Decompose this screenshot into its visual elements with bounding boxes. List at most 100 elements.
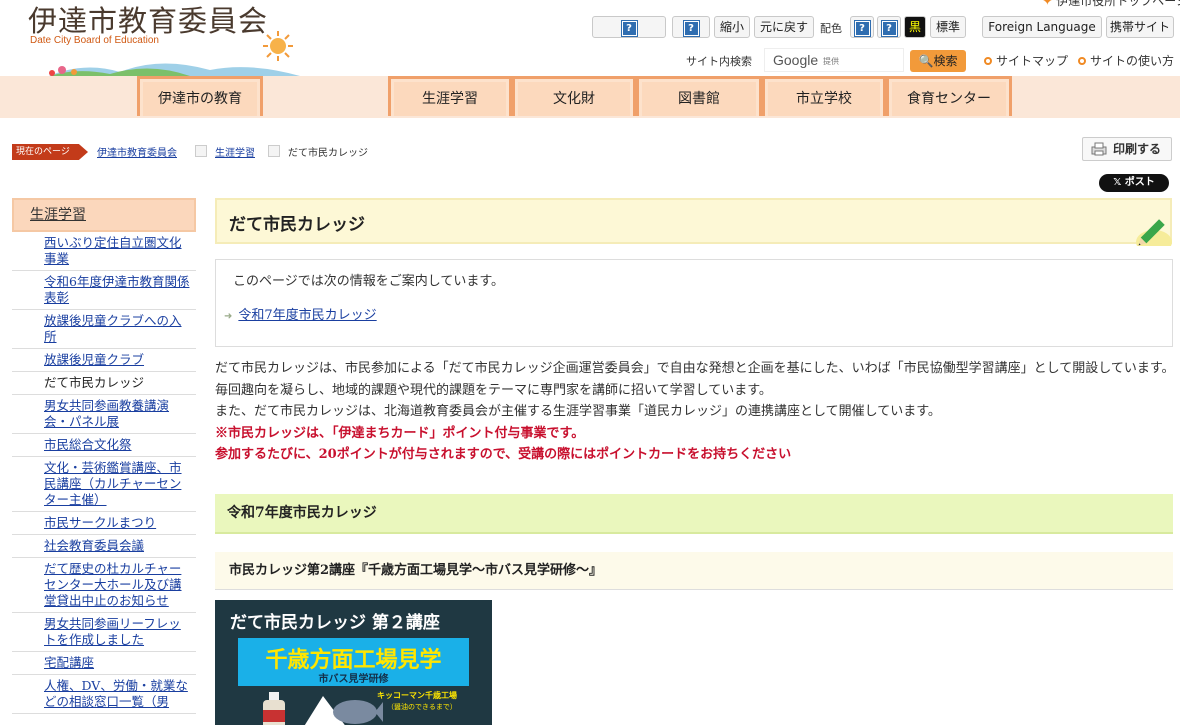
shrink-button[interactable]: 縮小 [714,16,750,38]
reset-size-button[interactable]: 元に戻す [754,16,814,38]
nav-tab-lifelong-learning[interactable]: 生涯学習 [388,76,512,116]
sidebar-item-label: 西いぶり定住自立圏文化事業 [44,235,182,266]
arrow-right-icon: ➜ [224,311,233,322]
toc-link-label: 令和7年度市民カレッジ [238,308,377,323]
poster-title: だて市民カレッジ 第２講座 [230,613,440,633]
fish-illustration [304,696,383,725]
point-card-note: 参加するたびに、20ポイントが付与されますので、受講の際にはポイントカードをお持… [215,447,792,462]
breadcrumb-separator [268,145,280,157]
site-title[interactable]: 伊達市教育委員会 [28,0,268,40]
sidebar-item[interactable]: 令和6年度伊達市教育関係表彰 [12,271,196,310]
sidebar-item[interactable]: 男女共同参画教養講演会・パネル展 [12,395,196,434]
color-black-button[interactable]: 黒 [904,16,926,38]
toc-link[interactable]: ➜ 令和7年度市民カレッジ [224,304,377,323]
nav-tab-food-education[interactable]: 食育センター [886,76,1012,116]
poster-banner: 千歳方面工場見学 市バス見学研修 [238,638,469,686]
toc-intro: このページでは次の情報をご案内しています。 [233,274,505,289]
google-provided-label: 提供 [823,57,839,66]
print-label: 印刷する [1113,142,1162,156]
bullet-icon [1078,57,1086,65]
paragraph: だて市民カレッジは、市民参加による「だて市民カレッジ企画運営委員会」で自由な発想… [215,361,1175,376]
sidebar-item-label: 市民サークルまつり [44,515,157,530]
site-usage-link[interactable]: サイトの使い方 [1078,52,1174,69]
poster-note: キッコーマン千歳工場 [377,691,457,700]
nav-tab-label: 伊達市の教育 [143,82,257,116]
sidebar-menu: 西いぶり定住自立圏文化事業 令和6年度伊達市教育関係表彰放課後児童クラブへの入所放… [12,232,196,714]
print-button[interactable]: 印刷する [1082,137,1172,161]
sidebar-item-label: 人権、DV、労働・就業などの相談窓口一覧（男 [44,678,188,709]
help-icon: ? [854,21,870,36]
nav-tab-label: 食育センター [892,82,1006,116]
breadcrumb-separator [195,145,207,157]
sidebar-item-label: だて歴史の杜カルチャーセンター大ホール及び講堂貸出中止のお知らせ [44,561,182,608]
breadcrumb-link-lifelong[interactable]: 生涯学習 [215,144,255,159]
sidebar-heading-label: 生涯学習 [30,207,86,223]
paragraph: また、だて市民カレッジは、北海道教育委員会が主催する生涯学習事業「道民カレッジ」… [215,404,941,419]
sidebar-item[interactable]: 宅配講座 [12,652,196,675]
sidebar-item-label: 社会教育委員会議 [44,538,145,553]
breadcrumb-link-board[interactable]: 伊達市教育委員会 [97,144,177,159]
color-help-button[interactable]: ? [850,16,874,38]
pencil-icon [1136,219,1172,246]
table-of-contents: このページでは次の情報をご案内しています。 ➜ 令和7年度市民カレッジ [215,259,1173,347]
sidebar-item[interactable]: だて歴史の杜カルチャーセンター大ホール及び講堂貸出中止のお知らせ [12,558,196,613]
nav-tab-library[interactable]: 図書館 [636,76,762,116]
nav-tab-education[interactable]: 伊達市の教育 [137,76,263,116]
sidebar-item-label: 男女共同参画リーフレットを作成しました [44,616,181,647]
section-heading: 令和7年度市民カレッジ [215,494,1173,534]
poster-note: （醤油のできるまで） [387,703,457,711]
sidebar-item[interactable]: 社会教育委員会議 [12,535,196,558]
sidebar-item[interactable]: 放課後児童クラブ [12,349,196,372]
sidebar-item-label: 令和6年度伊達市教育関係表彰 [44,274,190,305]
nav-tab-schools[interactable]: 市立学校 [762,76,886,116]
site-subtitle: Date City Board of Education [30,35,159,46]
sidebar-item[interactable]: 市民総合文化祭 [12,434,196,457]
bullet-icon [984,57,992,65]
sidebar-item-label: 宅配講座 [44,655,95,670]
page-title: だて市民カレッジ [229,215,365,235]
nav-tab-cultural-assets[interactable]: 文化財 [512,76,636,116]
color-scheme-label: 配色 [820,22,842,35]
bullet-icon: ✦ [1042,0,1053,8]
sidebar-item[interactable]: 市民サークルまつり [12,512,196,535]
x-post-button[interactable]: 𝕏 ポスト [1099,174,1169,192]
search-input[interactable]: Google 提供 [764,48,904,72]
sidebar-item[interactable]: 西いぶり定住自立圏文化事業 [12,232,196,271]
text-size-help-button[interactable]: ? [592,16,666,38]
soy-sauce-bottle-icon [263,692,285,725]
color-blue-button[interactable]: ? [877,16,901,38]
breadcrumb-here-label: 現在のページ [12,144,88,160]
sidebar-item-label: 市民総合文化祭 [44,437,132,452]
breadcrumb-current: だて市民カレッジ [288,148,368,159]
color-standard-button[interactable]: 標準 [930,16,966,38]
search-icon: 🔍 [918,54,934,68]
search-label: サイト内検索 [686,55,752,68]
sidebar-item[interactable]: 人権、DV、労働・就業などの相談窓口一覧（男 [12,675,196,714]
mobile-site-button[interactable]: 携帯サイト [1106,16,1174,38]
article-body: だて市民カレッジは、市民参加による「だて市民カレッジ企画運営委員会」で自由な発想… [215,358,1175,466]
site-header: 伊達市教育委員会 Date City Board of Education ✦ … [0,0,1180,120]
nav-tab-label: 市立学校 [768,82,880,116]
help-icon: ? [683,21,699,36]
google-logo: Google [773,52,819,68]
foreign-language-button[interactable]: Foreign Language [982,16,1102,38]
point-card-note: ※市民カレッジは、「伊達まちカード」ポイント付与事業です。 [215,425,585,441]
sidebar-item-label: 文化・芸術鑑賞講座、市民講座（カルチャーセンター主催） [44,460,182,507]
city-top-link[interactable]: ✦ 伊達市役所トップページ [1042,0,1180,9]
sidebar-item-label: 男女共同参画教養講演会・パネル展 [44,398,170,429]
sidebar-item[interactable]: 男女共同参画リーフレットを作成しました [12,613,196,652]
nav-tab-label: 文化財 [518,82,630,116]
search-button-label: 検索 [933,54,958,68]
sidebar-item: だて市民カレッジ [12,372,196,395]
sidebar-item[interactable]: 文化・芸術鑑賞講座、市民講座（カルチャーセンター主催） [12,457,196,512]
city-top-link-label: 伊達市役所トップページ [1056,0,1180,8]
sitemap-label: サイトマップ [996,54,1069,68]
search-button[interactable]: 🔍検索 [910,50,966,72]
nav-tab-label: 生涯学習 [394,82,506,116]
zoom-help-button[interactable]: ? [672,16,710,38]
lecture-poster-image: だて市民カレッジ 第２講座 千歳方面工場見学 市バス見学研修 キッコーマン千歳工… [215,600,492,725]
help-icon: ? [881,21,897,36]
sidebar-heading[interactable]: 生涯学習 [12,198,196,232]
sidebar-item[interactable]: 放課後児童クラブへの入所 [12,310,196,349]
sitemap-link[interactable]: サイトマップ [984,52,1068,69]
